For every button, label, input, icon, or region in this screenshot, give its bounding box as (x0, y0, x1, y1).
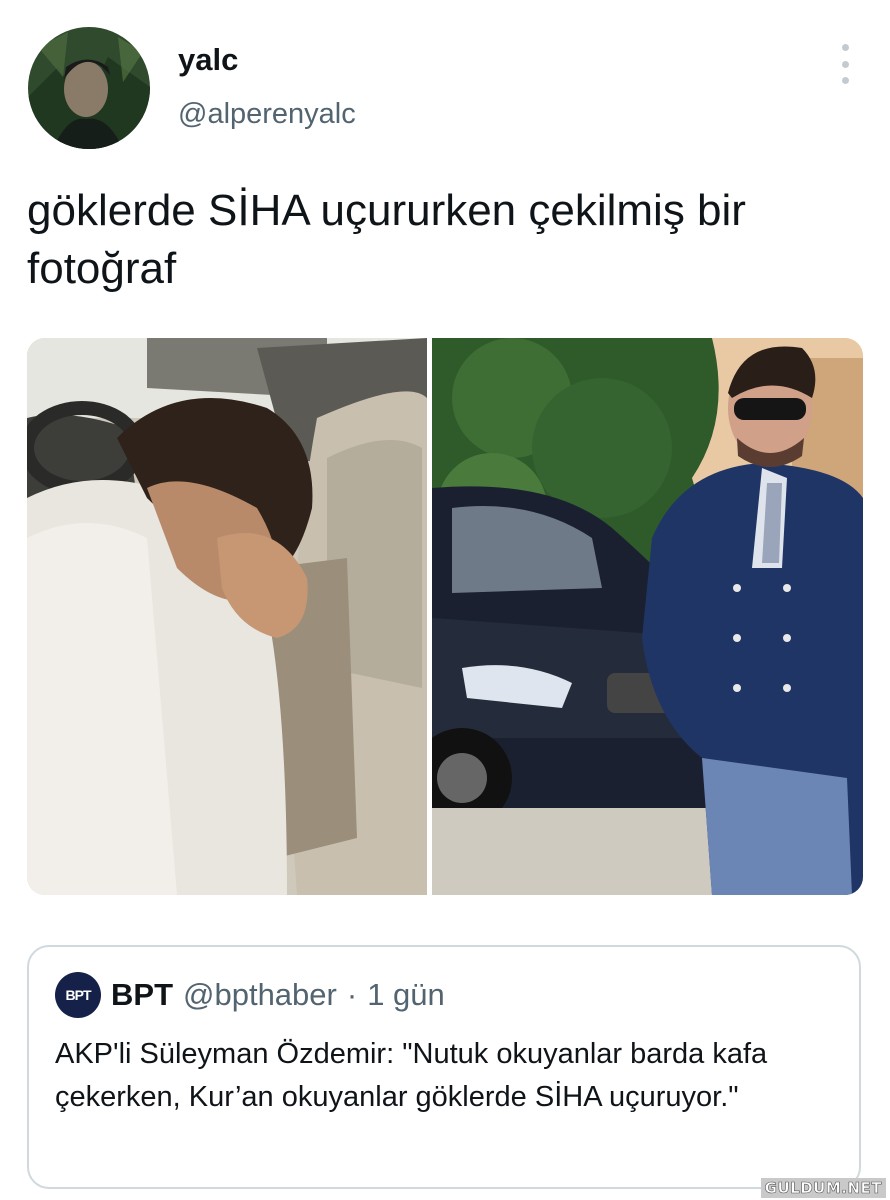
more-vertical-icon (841, 44, 849, 51)
watermark: GULDUM.NET (760, 1178, 886, 1198)
quoted-timestamp[interactable]: 1 gün (367, 977, 445, 1013)
photo-man-suit-car (432, 338, 863, 895)
photo-man-in-car (27, 338, 427, 895)
avatar[interactable] (28, 27, 150, 149)
tweet-text: göklerde SİHA uçururken çekilmiş bir fot… (27, 186, 746, 293)
quoted-tweet-header: BPT BPT @bpthaber · 1 gün (55, 971, 445, 1019)
quoted-author-handle[interactable]: @bpthaber (183, 977, 337, 1013)
bpt-logo-icon: BPT (55, 972, 101, 1018)
avatar-image (28, 27, 150, 149)
more-dot (841, 77, 849, 84)
more-options-button[interactable] (832, 44, 858, 84)
separator-dot: · (346, 977, 358, 1012)
media-image-right[interactable] (432, 338, 863, 895)
more-dot (841, 60, 849, 68)
quoted-tweet-card[interactable]: BPT BPT @bpthaber · 1 gün AKP'li Süleyma… (27, 945, 861, 1189)
quoted-author-name[interactable]: BPT (111, 977, 173, 1013)
media-image-left[interactable] (27, 338, 427, 895)
author-display-name[interactable]: yalc (178, 42, 238, 78)
author-handle[interactable]: @alperenyalc (178, 98, 356, 131)
quoted-tweet-text: AKP'li Süleyman Özdemir: "Nutuk okuyanla… (55, 1038, 768, 1113)
